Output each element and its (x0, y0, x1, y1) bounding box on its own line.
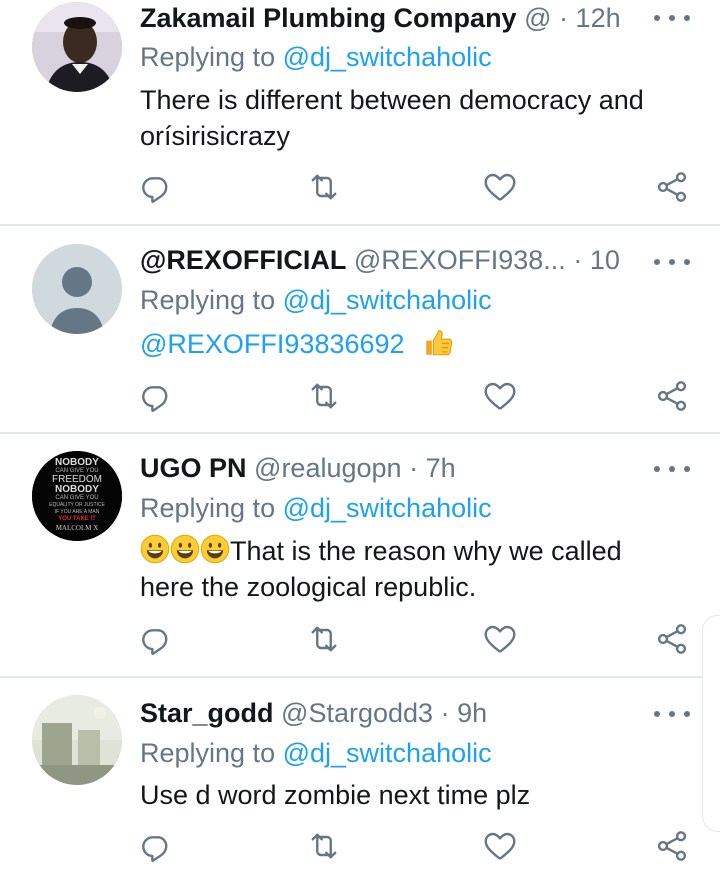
avatar[interactable] (32, 2, 122, 92)
tweet-actions (0, 621, 720, 661)
avatar[interactable] (32, 244, 122, 334)
timestamp[interactable]: 9h (457, 698, 487, 728)
tweet-header: Star_godd @Stargodd3 · 9h (140, 698, 620, 732)
tweet-item[interactable]: Zakamail Plumbing Company @ · 12h Replyi… (0, 0, 720, 225)
tweet-actions (0, 828, 720, 868)
avatar[interactable]: NOBODY CAN GIVE YOU FREEDOM NOBODY CAN G… (32, 451, 122, 541)
like-icon[interactable] (482, 169, 522, 209)
reply-feed: Zakamail Plumbing Company @ · 12h Replyi… (0, 0, 720, 883)
tweet-text: Use d word zombie next time plz (140, 777, 680, 813)
timestamp[interactable]: 12h (576, 3, 620, 33)
separator-dot: · (573, 245, 583, 275)
like-icon[interactable] (482, 828, 522, 868)
retweet-icon[interactable] (306, 378, 346, 418)
avatar[interactable] (32, 695, 122, 785)
tweet-text-line: orísirisicrazy (140, 121, 291, 151)
more-options-icon[interactable] (654, 252, 690, 272)
tweet-text-line: Use d word zombie next time plz (140, 780, 531, 810)
mention-link[interactable]: @REXOFFI93836692 (140, 329, 405, 359)
more-options-icon[interactable] (654, 459, 690, 479)
author-handle[interactable]: @REXOFFI938... (354, 245, 566, 275)
tweet-header: @REXOFFICIAL @REXOFFI938... · 10h (140, 245, 620, 279)
person-photo-icon (32, 2, 122, 92)
author-handle[interactable]: @Stargodd3 (281, 698, 433, 728)
svg-text:NOBODY: NOBODY (55, 484, 99, 495)
separator-dot: · (559, 3, 569, 33)
tweet-text-line: That is the reason why we called (140, 533, 680, 569)
replying-prefix: Replying to (140, 42, 276, 72)
replying-to: Replying to @dj_switchaholic (140, 42, 492, 73)
replying-prefix: Replying to (140, 285, 276, 315)
share-icon[interactable] (654, 621, 694, 661)
tweet-header: Zakamail Plumbing Company @ · 12h (140, 3, 620, 37)
tweet-text: That is the reason why we called here th… (140, 533, 680, 605)
author-name[interactable]: @REXOFFICIAL (140, 245, 346, 275)
separator-dot: · (409, 453, 419, 483)
tweet-text: @REXOFFI93836692 (140, 325, 680, 362)
share-icon[interactable] (654, 378, 694, 418)
scroll-handle[interactable] (702, 615, 720, 832)
replying-prefix: Replying to (140, 738, 276, 768)
timestamp[interactable]: 10h (590, 245, 620, 275)
tweet-text-segment: That is the reason why we called (230, 536, 622, 566)
author-name[interactable]: Star_godd (140, 698, 274, 728)
svg-text:MALCOLM X: MALCOLM X (56, 524, 99, 532)
retweet-icon[interactable] (306, 169, 346, 209)
thumbs-up-icon (426, 330, 453, 356)
landscape-photo-icon (32, 695, 122, 785)
more-options-icon[interactable] (654, 8, 690, 28)
share-icon[interactable] (654, 828, 694, 868)
share-icon[interactable] (654, 169, 694, 209)
reply-icon[interactable] (138, 621, 178, 661)
replying-to: Replying to @dj_switchaholic (140, 285, 492, 316)
tweet-item[interactable]: @REXOFFICIAL @REXOFFI938... · 10h Replyi… (0, 226, 720, 432)
replying-to-link[interactable]: @dj_switchaholic (283, 42, 492, 72)
reply-icon[interactable] (138, 828, 178, 868)
separator-dot: · (440, 698, 450, 728)
replying-prefix: Replying to (140, 493, 276, 523)
replying-to: Replying to @dj_switchaholic (140, 493, 492, 524)
svg-text:YOU TAKE IT: YOU TAKE IT (58, 516, 96, 522)
author-name[interactable]: Zakamail Plumbing Company (140, 3, 517, 33)
author-handle[interactable]: @realugopn (254, 453, 402, 483)
tweet-header: UGO PN @realugopn · 7h (140, 453, 620, 487)
like-icon[interactable] (482, 621, 522, 661)
retweet-icon[interactable] (306, 621, 346, 661)
svg-text:EQUALITY OR JUSTICE: EQUALITY OR JUSTICE (49, 502, 105, 508)
svg-text:CAN GIVE YOU: CAN GIVE YOU (55, 495, 98, 501)
default-avatar-icon (32, 244, 122, 334)
replying-to-link[interactable]: @dj_switchaholic (283, 493, 492, 523)
grinning-face-icon (140, 534, 170, 564)
timestamp[interactable]: 7h (426, 453, 456, 483)
tweet-text-line: There is different between democracy and (140, 85, 644, 115)
replying-to-link[interactable]: @dj_switchaholic (283, 738, 492, 768)
like-icon[interactable] (482, 378, 522, 418)
grinning-face-icon (170, 534, 200, 564)
author-name[interactable]: UGO PN (140, 453, 247, 483)
tweet-item[interactable]: NOBODY CAN GIVE YOU FREEDOM NOBODY CAN G… (0, 434, 720, 676)
reply-icon[interactable] (138, 169, 178, 209)
retweet-icon[interactable] (306, 828, 346, 868)
replying-to-link[interactable]: @dj_switchaholic (283, 285, 492, 315)
replying-to: Replying to @dj_switchaholic (140, 738, 492, 769)
quote-poster-icon: NOBODY CAN GIVE YOU FREEDOM NOBODY CAN G… (32, 451, 122, 541)
svg-text:IF YOU ARE A MAN: IF YOU ARE A MAN (55, 509, 100, 515)
tweet-text-line: here the zoological republic. (140, 572, 477, 602)
reply-icon[interactable] (138, 378, 178, 418)
author-handle[interactable]: @ (524, 3, 551, 33)
grinning-face-icon (200, 534, 230, 564)
svg-text:NOBODY: NOBODY (55, 457, 99, 468)
more-options-icon[interactable] (654, 704, 690, 724)
tweet-item[interactable]: Star_godd @Stargodd3 · 9h Replying to @d… (0, 678, 720, 883)
tweet-text: There is different between democracy and… (140, 82, 680, 154)
tweet-actions (0, 378, 720, 418)
tweet-actions (0, 169, 720, 209)
